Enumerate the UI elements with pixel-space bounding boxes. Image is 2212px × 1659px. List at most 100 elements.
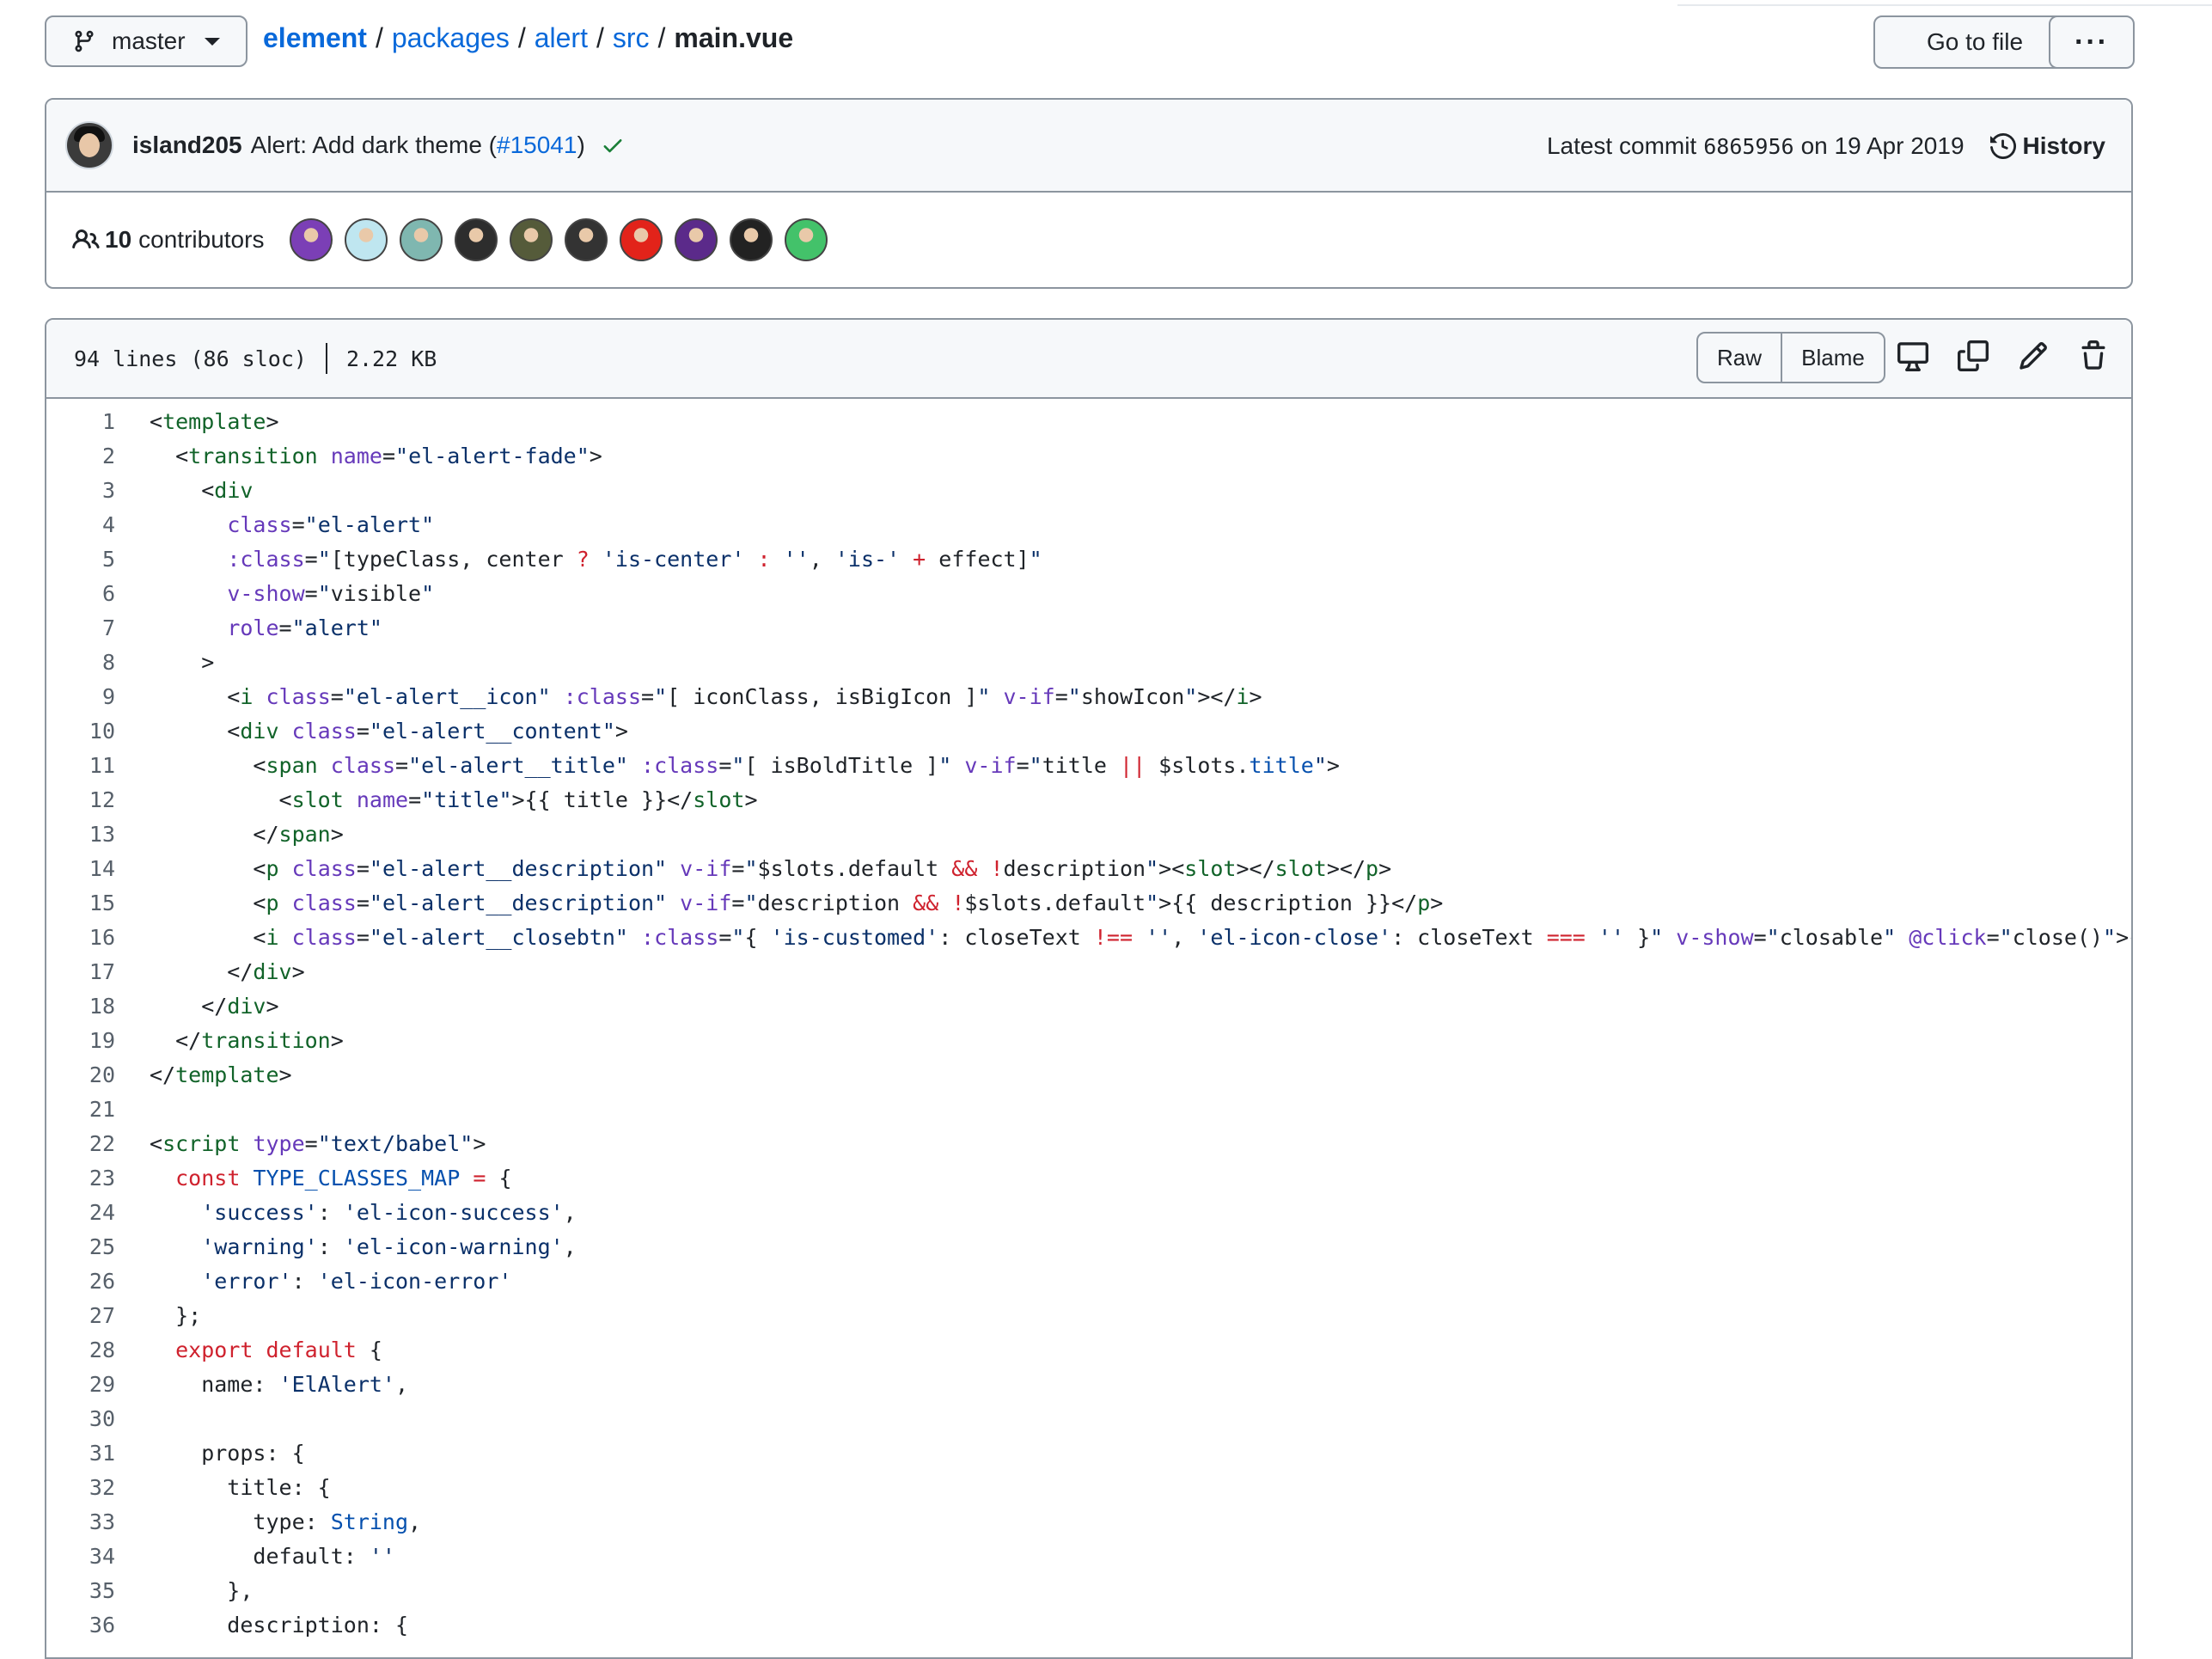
line-number[interactable]: 10 bbox=[46, 719, 115, 744]
code-line: 35 }, bbox=[46, 1573, 2131, 1607]
line-number[interactable]: 20 bbox=[46, 1062, 115, 1087]
code-line: 5 :class="[typeClass, center ? 'is-cente… bbox=[46, 542, 2131, 576]
commit-sha-link[interactable]: 6865956 bbox=[1703, 134, 1793, 159]
breadcrumb-separator: / bbox=[517, 22, 526, 53]
line-number[interactable]: 35 bbox=[46, 1578, 115, 1603]
code-line: 7 role="alert" bbox=[46, 610, 2131, 645]
breadcrumb-packages-link[interactable]: packages bbox=[392, 22, 510, 54]
contributor-avatar[interactable] bbox=[730, 218, 773, 261]
code-line: 36 description: { bbox=[46, 1607, 2131, 1642]
line-number[interactable]: 18 bbox=[46, 994, 115, 1019]
code-line: 11 <span class="el-alert__title" :class=… bbox=[46, 748, 2131, 782]
author-avatar[interactable] bbox=[65, 121, 113, 169]
raw-button[interactable]: Raw bbox=[1698, 334, 1782, 382]
contributors-count[interactable]: 10 bbox=[105, 226, 131, 254]
code-line: 15 <p class="el-alert__description" v-if… bbox=[46, 885, 2131, 920]
line-number[interactable]: 29 bbox=[46, 1372, 115, 1397]
commit-message-text: Alert: Add dark theme ( bbox=[250, 132, 497, 158]
line-number[interactable]: 36 bbox=[46, 1613, 115, 1638]
code-line: 30 bbox=[46, 1401, 2131, 1436]
go-to-file-button[interactable]: Go to file bbox=[1873, 15, 2076, 69]
line-number[interactable]: 23 bbox=[46, 1166, 115, 1191]
header-divider bbox=[325, 343, 327, 374]
blame-button[interactable]: Blame bbox=[1782, 334, 1884, 382]
code-line: 19 </transition> bbox=[46, 1023, 2131, 1057]
line-number[interactable]: 30 bbox=[46, 1406, 115, 1431]
line-number[interactable]: 14 bbox=[46, 856, 115, 881]
line-number[interactable]: 4 bbox=[46, 512, 115, 537]
commit-row: island205 Alert: Add dark theme (#15041)… bbox=[46, 100, 2131, 193]
code-line: 23 const TYPE_CLASSES_MAP = { bbox=[46, 1160, 2131, 1195]
code-line: 26 'error': 'el-icon-error' bbox=[46, 1264, 2131, 1298]
line-number[interactable]: 17 bbox=[46, 959, 115, 984]
code-line: 31 props: { bbox=[46, 1436, 2131, 1470]
line-number[interactable]: 6 bbox=[46, 581, 115, 606]
contributor-avatar[interactable] bbox=[675, 218, 718, 261]
breadcrumb-alert-link[interactable]: alert bbox=[535, 22, 588, 54]
line-number[interactable]: 5 bbox=[46, 547, 115, 572]
branch-name: master bbox=[112, 28, 186, 54]
line-number[interactable]: 32 bbox=[46, 1475, 115, 1500]
desktop-icon[interactable] bbox=[1897, 340, 1928, 371]
line-number[interactable]: 19 bbox=[46, 1028, 115, 1053]
commit-author-link[interactable]: island205 bbox=[132, 132, 242, 159]
code-line: 22 <script type="text/babel"> bbox=[46, 1126, 2131, 1160]
contributor-avatar[interactable] bbox=[565, 218, 608, 261]
trash-icon[interactable] bbox=[2078, 340, 2109, 371]
contributor-avatar[interactable] bbox=[785, 218, 828, 261]
history-link[interactable]: History bbox=[1989, 132, 2105, 160]
line-number[interactable]: 34 bbox=[46, 1544, 115, 1569]
contributor-avatar[interactable] bbox=[345, 218, 388, 261]
line-number[interactable]: 13 bbox=[46, 822, 115, 847]
contributor-avatar[interactable] bbox=[455, 218, 498, 261]
code-line: 21 bbox=[46, 1092, 2131, 1126]
line-number[interactable]: 22 bbox=[46, 1131, 115, 1156]
commit-message[interactable]: Alert: Add dark theme (#15041) bbox=[251, 132, 585, 159]
copy-icon[interactable] bbox=[1958, 340, 1989, 371]
breadcrumb-repo-link[interactable]: element bbox=[263, 22, 367, 54]
contributor-avatars bbox=[290, 218, 840, 261]
contributor-avatar[interactable] bbox=[290, 218, 333, 261]
breadcrumb: element / packages / alert / src / main.… bbox=[263, 22, 793, 54]
code-line: 17 </div> bbox=[46, 954, 2131, 989]
line-number[interactable]: 24 bbox=[46, 1200, 115, 1225]
code-line: 14 <p class="el-alert__description" v-if… bbox=[46, 851, 2131, 885]
commit-pr-link[interactable]: #15041 bbox=[497, 132, 577, 158]
line-number[interactable]: 25 bbox=[46, 1234, 115, 1259]
contributor-avatar[interactable] bbox=[620, 218, 663, 261]
line-number[interactable]: 31 bbox=[46, 1441, 115, 1466]
code-line: 20 </template> bbox=[46, 1057, 2131, 1092]
code-line: 32 title: { bbox=[46, 1470, 2131, 1504]
line-number[interactable]: 9 bbox=[46, 684, 115, 709]
line-number[interactable]: 26 bbox=[46, 1269, 115, 1294]
line-number[interactable]: 1 bbox=[46, 409, 115, 434]
line-number[interactable]: 8 bbox=[46, 650, 115, 675]
line-number[interactable]: 28 bbox=[46, 1338, 115, 1362]
contributor-avatar[interactable] bbox=[510, 218, 553, 261]
code-line: 1 <template> bbox=[46, 404, 2131, 438]
contributor-avatar[interactable] bbox=[400, 218, 443, 261]
breadcrumb-src-link[interactable]: src bbox=[613, 22, 650, 54]
pencil-icon[interactable] bbox=[2018, 340, 2049, 371]
line-number[interactable]: 33 bbox=[46, 1509, 115, 1534]
git-branch-icon bbox=[75, 30, 94, 52]
line-number[interactable]: 11 bbox=[46, 753, 115, 778]
more-options-button[interactable]: ··· bbox=[2049, 15, 2135, 69]
kebab-horizontal-icon: ··· bbox=[2075, 25, 2109, 58]
code-line: 33 type: String, bbox=[46, 1504, 2131, 1539]
line-number[interactable]: 2 bbox=[46, 444, 115, 468]
caret-down-icon bbox=[204, 37, 220, 46]
latest-commit-box: island205 Alert: Add dark theme (#15041)… bbox=[45, 98, 2133, 289]
check-icon[interactable] bbox=[601, 133, 625, 157]
line-number[interactable]: 3 bbox=[46, 478, 115, 503]
line-number[interactable]: 21 bbox=[46, 1097, 115, 1122]
branch-selector-button[interactable]: master bbox=[45, 15, 247, 67]
contributors-label[interactable]: contributors bbox=[138, 226, 264, 254]
line-number[interactable]: 15 bbox=[46, 891, 115, 915]
line-number[interactable]: 27 bbox=[46, 1303, 115, 1328]
line-number[interactable]: 16 bbox=[46, 925, 115, 950]
contributors-row: 10 contributors bbox=[46, 193, 2131, 287]
code-line: 16 <i class="el-alert__closebtn" :class=… bbox=[46, 920, 2131, 954]
line-number[interactable]: 7 bbox=[46, 615, 115, 640]
line-number[interactable]: 12 bbox=[46, 787, 115, 812]
